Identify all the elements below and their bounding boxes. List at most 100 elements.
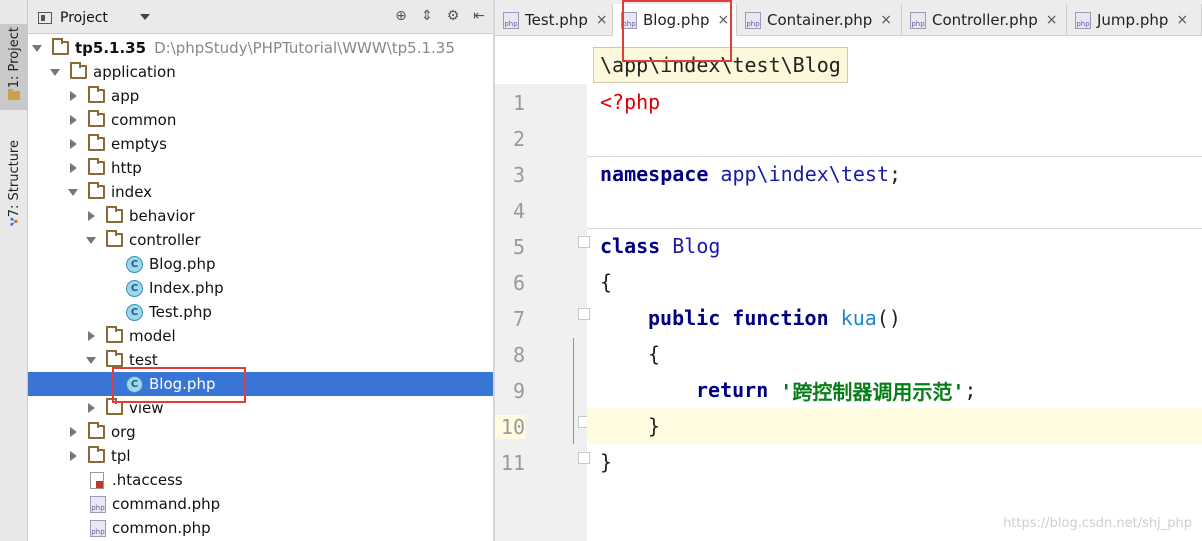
tree-row-emptys[interactable]: emptys <box>28 132 493 156</box>
tree-row-label: index <box>111 183 153 201</box>
brace: } <box>600 450 613 474</box>
tree-row-model[interactable]: model <box>28 324 493 348</box>
project-tool-tab[interactable]: 1: Project <box>0 24 28 110</box>
chevron-down-icon[interactable] <box>68 187 78 197</box>
tree-row-controller[interactable]: controller <box>28 228 493 252</box>
project-view-label: Project <box>60 10 108 26</box>
chevron-right-icon[interactable] <box>68 451 78 461</box>
tree-row-index[interactable]: index <box>28 180 493 204</box>
tree-row-label: common.php <box>112 519 211 537</box>
tree-row-label: tp5.1.35 <box>75 39 147 57</box>
code-line-1: <?php <box>587 84 1202 120</box>
chevron-right-icon[interactable] <box>86 331 96 341</box>
tree-row-label: model <box>129 327 176 345</box>
collapse-all-icon[interactable]: ⇕ <box>419 8 435 24</box>
close-icon[interactable]: × <box>596 12 608 28</box>
tree-row-test-blog-selected[interactable]: C Blog.php <box>28 372 493 396</box>
tree-row-label: emptys <box>111 135 167 153</box>
folder-icon <box>52 38 69 55</box>
tree-row-org[interactable]: org <box>28 420 493 444</box>
folder-icon <box>88 446 105 463</box>
chevron-down-icon[interactable] <box>32 43 42 53</box>
tree-row-root[interactable]: tp5.1.35 D:\phpStudy\PHPTutorial\WWW\tp5… <box>28 36 493 60</box>
chevron-down-icon[interactable] <box>86 355 96 365</box>
close-icon[interactable]: × <box>880 12 892 28</box>
line-number: 9 <box>512 379 525 403</box>
semicolon: ; <box>964 378 977 402</box>
string-literal: '跨控制器调用示范' <box>780 379 965 404</box>
close-icon[interactable]: × <box>1176 12 1188 28</box>
project-view-selector[interactable]: Project <box>38 10 108 26</box>
tree-row-controller-blog[interactable]: C Blog.php <box>28 252 493 276</box>
folder-icon <box>88 86 105 103</box>
parens: () <box>876 306 901 330</box>
structure-tool-tab[interactable]: 7: Structure <box>0 140 28 232</box>
tab-jump-php[interactable]: php Jump.php × <box>1067 4 1202 36</box>
locate-file-icon[interactable]: ⊕ <box>393 8 409 24</box>
tree-row-common-php[interactable]: php common.php <box>28 516 493 540</box>
keyword-function: function <box>732 306 829 330</box>
tab-test-php[interactable]: php Test.php × <box>495 4 613 36</box>
folder-icon <box>88 110 105 127</box>
tree-row-common[interactable]: common <box>28 108 493 132</box>
line-number: 6 <box>512 271 525 295</box>
tree-row-test[interactable]: test <box>28 348 493 372</box>
code-editor[interactable]: <?php namespace app\index\test; class Bl… <box>587 84 1202 541</box>
chevron-down-icon[interactable] <box>86 235 96 245</box>
htaccess-file-icon <box>90 471 104 489</box>
chevron-right-icon[interactable] <box>68 115 78 125</box>
tree-row-tpl[interactable]: tpl <box>28 444 493 468</box>
tab-label: Test.php <box>525 11 588 29</box>
chevron-right-icon[interactable] <box>86 403 96 413</box>
line-number-gutter: 1 2 3 4 5 6 7 8 9 10 11 <box>495 84 590 541</box>
tree-row-label: behavior <box>129 207 195 225</box>
tree-row-controller-test[interactable]: C Test.php <box>28 300 493 324</box>
tree-row-htaccess[interactable]: .htaccess <box>28 468 493 492</box>
tree-row-label: Blog.php <box>149 255 216 273</box>
project-tool-tab-label: 1: Project <box>6 27 22 89</box>
code-line-8: { <box>587 336 1202 372</box>
annotation-highlight-file <box>112 367 246 403</box>
tree-row-view[interactable]: view <box>28 396 493 420</box>
chevron-right-icon[interactable] <box>68 163 78 173</box>
structure-icon <box>10 217 18 226</box>
close-icon[interactable]: × <box>1046 12 1058 28</box>
folder-icon <box>106 350 123 367</box>
folder-icon <box>106 230 123 247</box>
namespace-name: app\index\test <box>720 162 889 186</box>
code-line-7: public function kua() <box>587 300 1202 336</box>
tree-row-app[interactable]: app <box>28 84 493 108</box>
folder-icon <box>88 134 105 151</box>
tree-row-label: org <box>111 423 136 441</box>
project-panel-header: Project ⊕ ⇕ ⚙ ⇤ <box>28 0 493 34</box>
chevron-down-icon[interactable] <box>50 67 60 77</box>
line-number: 1 <box>512 91 525 115</box>
php-file-icon: php <box>90 495 106 513</box>
tree-row-label: command.php <box>112 495 221 513</box>
tree-row-command[interactable]: php command.php <box>28 492 493 516</box>
folder-icon <box>88 422 105 439</box>
folder-icon <box>88 182 105 199</box>
tab-container-php[interactable]: php Container.php × <box>737 4 902 36</box>
tree-row-label: http <box>111 159 142 177</box>
annotation-highlight-tab <box>622 0 732 62</box>
tab-controller-php[interactable]: php Controller.php × <box>902 4 1067 36</box>
chevron-right-icon[interactable] <box>68 139 78 149</box>
php-file-icon: php <box>1075 11 1091 29</box>
gear-icon[interactable]: ⚙ <box>445 8 461 24</box>
tree-row-behavior[interactable]: behavior <box>28 204 493 228</box>
chevron-right-icon[interactable] <box>68 427 78 437</box>
keyword-public: public <box>648 306 721 330</box>
code-line-5: class Blog <box>587 228 1202 264</box>
tab-label: Jump.php <box>1097 11 1169 29</box>
chevron-right-icon[interactable] <box>86 211 96 221</box>
chevron-down-icon[interactable] <box>140 14 150 20</box>
hide-panel-icon[interactable]: ⇤ <box>471 8 487 24</box>
chevron-right-icon[interactable] <box>68 91 78 101</box>
watermark: https://blog.csdn.net/shj_php <box>1003 516 1192 531</box>
tree-row-controller-index[interactable]: C Index.php <box>28 276 493 300</box>
function-name: kua <box>840 306 877 330</box>
tree-row-application[interactable]: application <box>28 60 493 84</box>
project-panel: Project ⊕ ⇕ ⚙ ⇤ tp5.1.35 D:\phpStudy\PHP… <box>28 0 493 541</box>
tree-row-http[interactable]: http <box>28 156 493 180</box>
